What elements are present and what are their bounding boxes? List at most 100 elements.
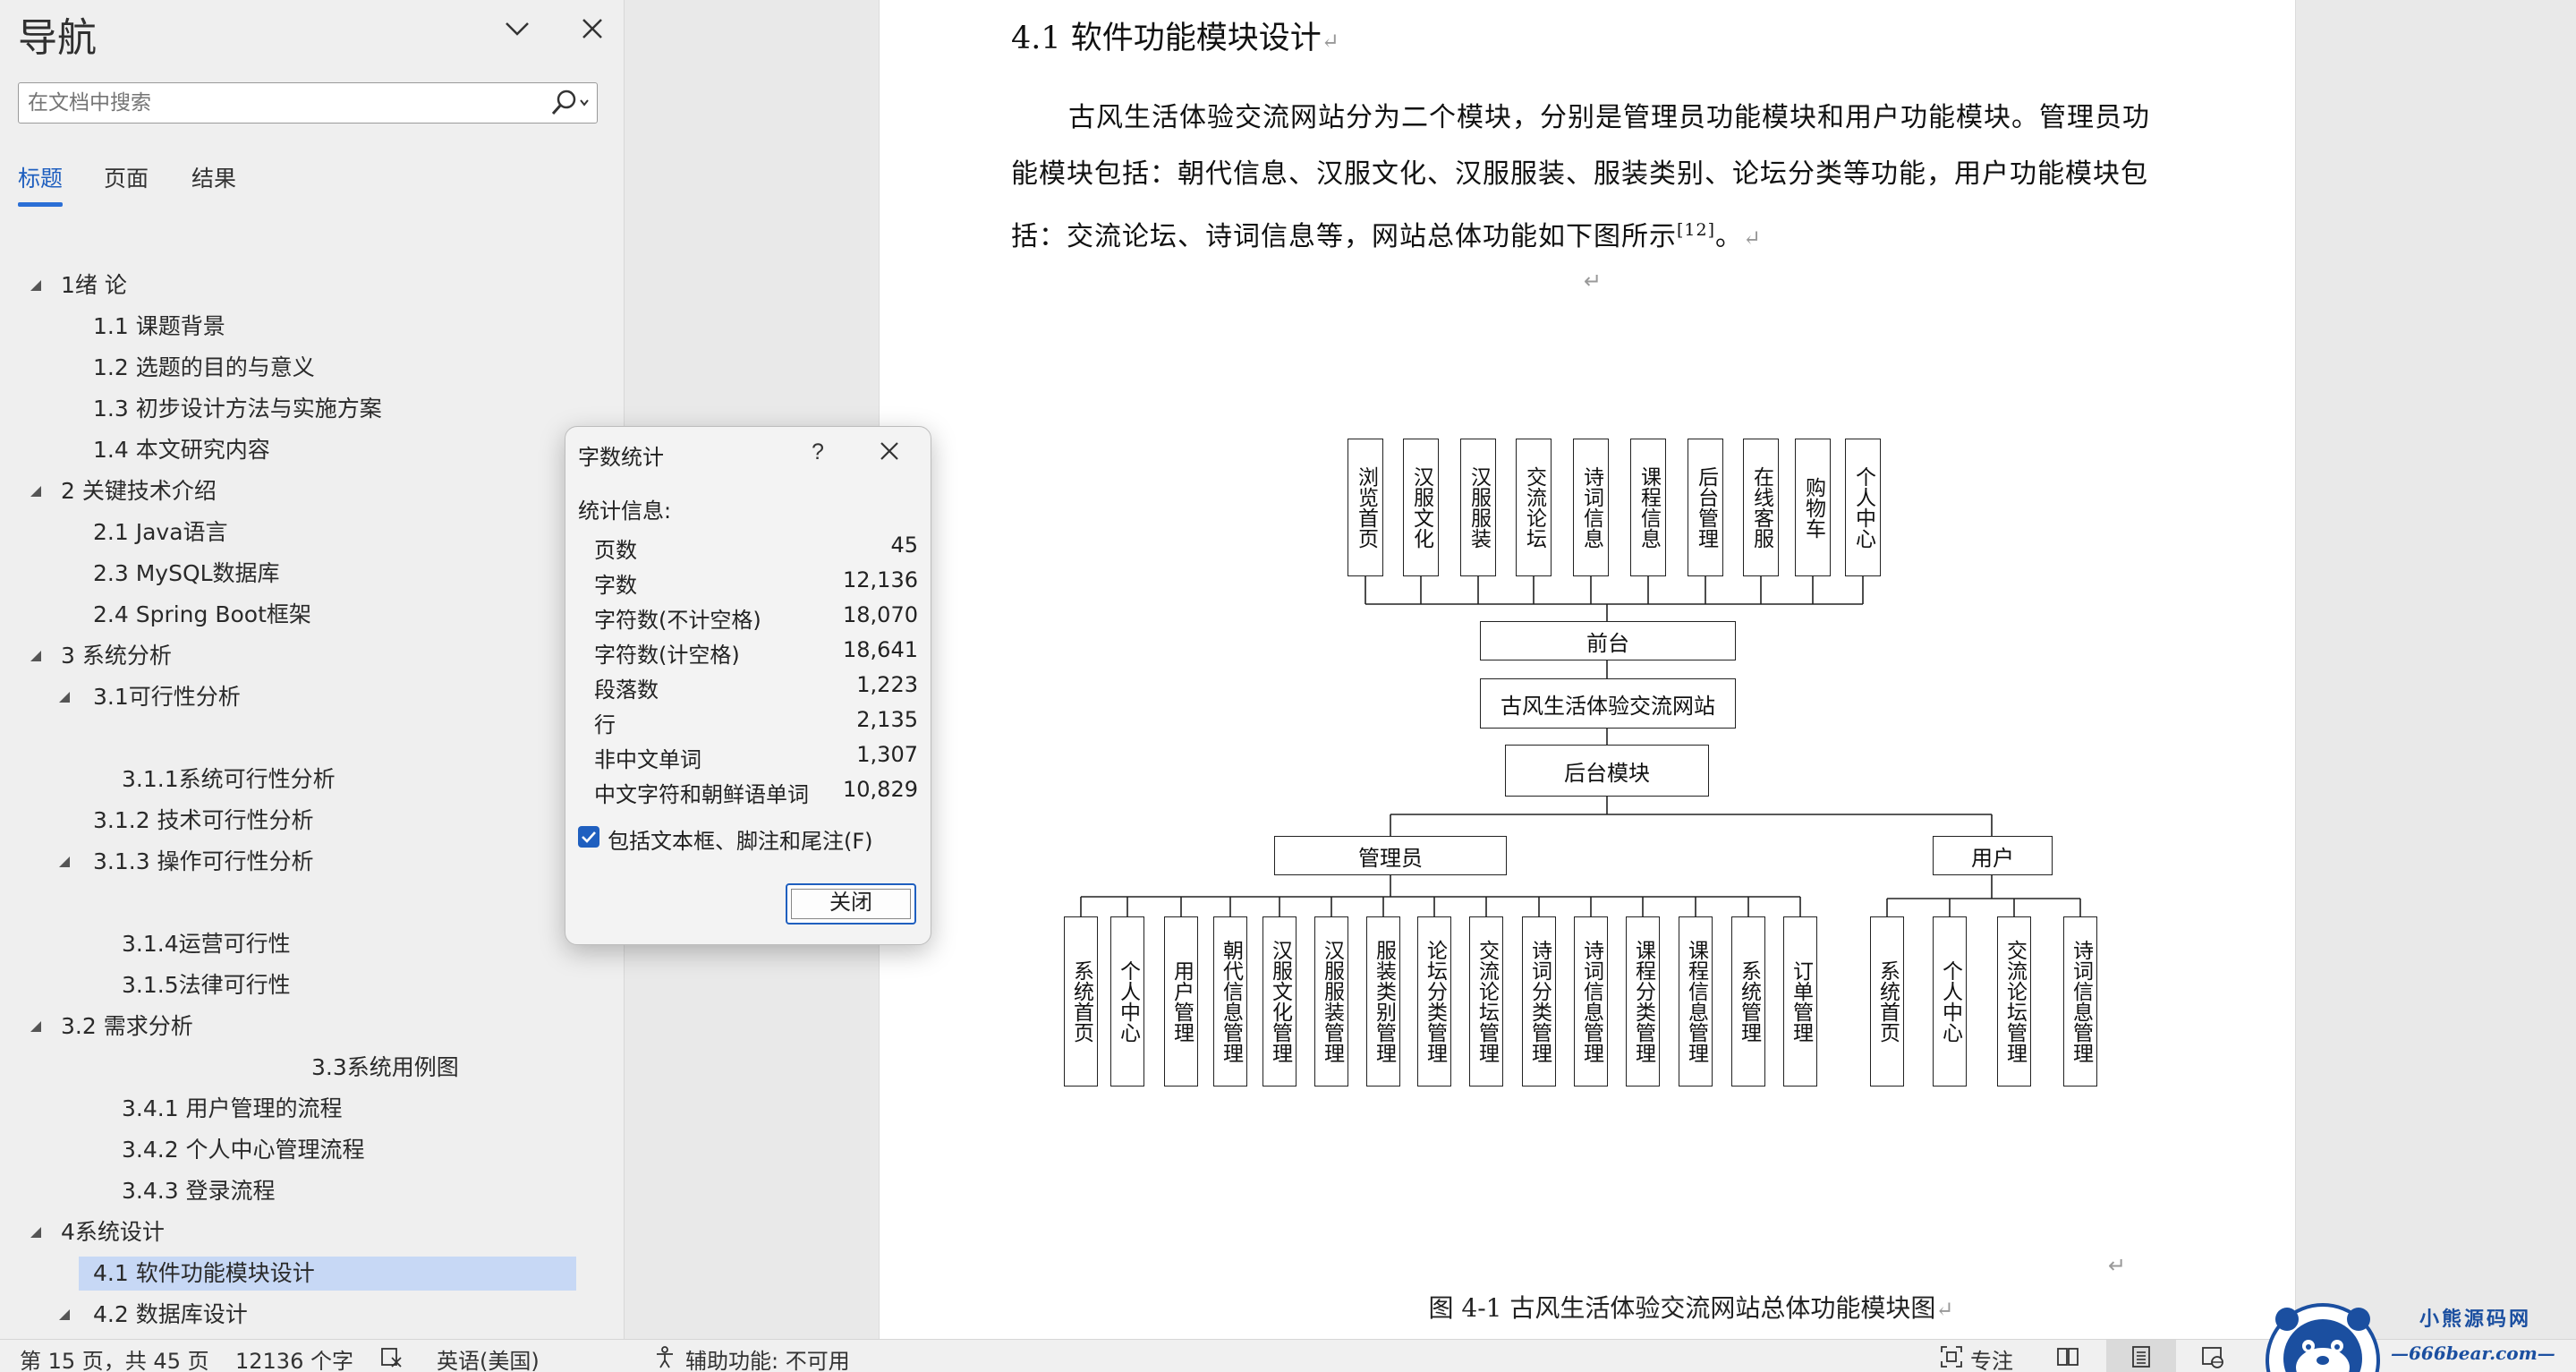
nav-heading-label: 3.1可行性分析 [93, 684, 241, 710]
stat-label: 段落数 [594, 677, 659, 703]
read-mode-icon[interactable] [2056, 1345, 2079, 1368]
tab-active-indicator [18, 202, 63, 207]
figure-caption: 图 4-1 古风生活体验交流网站总体功能模块图↵ [1428, 1293, 1954, 1323]
nav-heading-label: 3.4.2 个人中心管理流程 [122, 1137, 365, 1163]
backend-box: 后台模块 [1505, 745, 1709, 797]
print-layout-icon[interactable] [2130, 1345, 2153, 1368]
nav-heading-item[interactable]: 4系统设计 [61, 1215, 165, 1249]
admin-module-box: 论坛分类管理 [1417, 916, 1451, 1087]
nav-heading-item[interactable]: 3.4.3 登录流程 [122, 1174, 276, 1208]
stat-label: 字符数(不计空格) [594, 608, 761, 633]
nav-heading-item[interactable]: 3 系统分析 [61, 639, 172, 673]
stat-value: 18,070 [843, 602, 918, 627]
admin-box: 管理员 [1274, 836, 1507, 875]
admin-module-box: 系统管理 [1731, 916, 1765, 1087]
admin-module-box: 用户管理 [1164, 916, 1198, 1087]
expanded-triangle-icon[interactable] [29, 1225, 43, 1240]
nav-heading-item[interactable]: 1绪 论 [61, 268, 127, 303]
nav-heading-label: 2 关键技术介绍 [61, 478, 217, 504]
stat-row: 字数 12,136 [594, 567, 918, 601]
nav-heading-label: 3 系统分析 [61, 643, 172, 669]
search-input[interactable] [28, 83, 547, 122]
nav-heading-item[interactable]: 1.4 本文研究内容 [93, 433, 270, 467]
expanded-triangle-icon[interactable] [29, 649, 43, 663]
word-count-dialog: 字数统计 ? 统计信息: 页数 45 字数 12,136 字符数(不计空格) 18,070… [565, 426, 931, 945]
close-button[interactable]: 关闭 [786, 883, 916, 925]
front-module-box: 个人中心 [1845, 439, 1881, 576]
nav-heading-item[interactable]: 2.4 Spring Boot框架 [93, 598, 311, 632]
user-module-box: 交流论坛管理 [1997, 916, 2031, 1087]
tab-results[interactable]: 结果 [191, 161, 236, 193]
stat-label: 字数 [594, 573, 637, 598]
nav-heading-item[interactable]: 2 关键技术介绍 [61, 474, 217, 508]
nav-heading-item[interactable]: 4.2 数据库设计 [93, 1298, 248, 1332]
nav-heading-item[interactable]: 3.2 需求分析 [61, 1010, 193, 1044]
expanded-triangle-icon[interactable] [57, 690, 72, 704]
accessibility-icon[interactable] [653, 1345, 676, 1368]
expanded-triangle-icon[interactable] [57, 855, 72, 869]
tab-headings[interactable]: 标题 [18, 161, 63, 193]
accessibility-status[interactable]: 辅助功能: 不可用 [685, 1343, 850, 1372]
stat-label: 中文字符和朝鲜语单词 [594, 782, 809, 807]
statistics-label: 统计信息: [578, 499, 672, 524]
stat-row: 字符数(不计空格) 18,070 [594, 602, 918, 636]
front-module-box: 购物车 [1795, 439, 1831, 576]
expanded-triangle-icon[interactable] [57, 1308, 72, 1322]
nav-heading-item[interactable]: 3.1可行性分析 [93, 680, 241, 714]
nav-heading-item[interactable]: 2.3 MySQL数据库 [93, 557, 280, 591]
search-icon[interactable] [543, 87, 593, 119]
focus-icon[interactable] [1940, 1345, 1963, 1368]
close-icon[interactable] [576, 13, 608, 45]
nav-heading-item[interactable]: 3.1.3 操作可行性分析 [93, 845, 314, 879]
stat-row: 中文字符和朝鲜语单词 10,829 [594, 777, 918, 811]
admin-module-box: 诗词分类管理 [1522, 916, 1556, 1087]
stat-row: 非中文单词 1,307 [594, 742, 918, 776]
nav-heading-item[interactable]: 1.1 课题背景 [93, 310, 225, 344]
nav-heading-item[interactable]: 1.3 初步设计方法与实施方案 [93, 392, 382, 426]
stat-value: 1,307 [856, 742, 918, 767]
language-indicator[interactable]: 英语(美国) [437, 1343, 540, 1372]
nav-heading-label: 3.4.1 用户管理的流程 [122, 1095, 343, 1121]
nav-heading-item[interactable]: 3.1.4运营可行性 [122, 927, 291, 961]
nav-heading-item[interactable]: 3.1.2 技术可行性分析 [93, 804, 314, 838]
nav-heading-item[interactable]: 3.1.5法律可行性 [122, 968, 291, 1002]
nav-heading-label: 2.1 Java语言 [93, 519, 228, 545]
tab-pages[interactable]: 页面 [104, 161, 149, 193]
admin-module-box: 汉服服装管理 [1314, 916, 1348, 1087]
stat-value: 12,136 [843, 567, 918, 592]
close-button-focus-ring [791, 889, 911, 919]
word-count[interactable]: 12136 个字 [235, 1343, 353, 1372]
nav-heading-item[interactable]: 4.1 软件功能模块设计 [79, 1257, 576, 1291]
expanded-triangle-icon[interactable] [29, 278, 43, 293]
expanded-triangle-icon[interactable] [29, 484, 43, 499]
help-button[interactable]: ? [798, 434, 837, 470]
navigation-pane: 导航 标题 页面 结果 1绪 论 1.1 课题背景 1.2 选题的目的与意义 1.3 … [0, 0, 625, 1368]
nav-heading-label: 2.4 Spring Boot框架 [93, 601, 311, 627]
watermark-title: 小熊源码网 [2419, 1308, 2532, 1331]
admin-module-box: 课程分类管理 [1626, 916, 1660, 1087]
nav-heading-item[interactable]: 3.4.1 用户管理的流程 [122, 1092, 343, 1126]
body-paragraph[interactable]: 古风生活体验交流网站分为二个模块，分别是管理员功能模块和用户功能模块。管理员功能… [1011, 89, 2165, 267]
proofing-icon[interactable] [379, 1345, 403, 1368]
nav-heading-item[interactable]: 3.3系统用例图 [311, 1051, 459, 1085]
nav-heading-item[interactable]: 1.2 选题的目的与意义 [93, 351, 315, 385]
stat-label: 行 [594, 712, 616, 737]
stat-value: 1,223 [856, 672, 918, 697]
include-textboxes-label[interactable]: 包括文本框、脚注和尾注(F) [608, 823, 873, 855]
web-layout-icon[interactable] [2201, 1345, 2224, 1368]
page-info[interactable]: 第 15 页，共 45 页 [20, 1343, 209, 1372]
include-textboxes-checkbox[interactable] [578, 826, 599, 848]
nav-heading-item[interactable]: 3.4.2 个人中心管理流程 [122, 1133, 365, 1167]
nav-heading-label: 3.2 需求分析 [61, 1013, 193, 1039]
close-icon[interactable] [870, 434, 909, 470]
expanded-triangle-icon[interactable] [29, 1019, 43, 1034]
admin-module-box: 订单管理 [1783, 916, 1817, 1087]
focus-mode[interactable]: 专注 [1970, 1343, 2013, 1372]
stat-row: 页数 45 [594, 533, 918, 567]
stat-row: 行 2,135 [594, 707, 918, 741]
nav-heading-item[interactable]: 2.1 Java语言 [93, 516, 228, 550]
front-module-box: 汉服服装 [1460, 439, 1496, 576]
nav-heading-item[interactable]: 3.1.1系统可行性分析 [122, 763, 336, 797]
chevron-down-icon[interactable] [501, 13, 533, 45]
paragraph-mark: ↵ [2108, 1254, 2127, 1278]
